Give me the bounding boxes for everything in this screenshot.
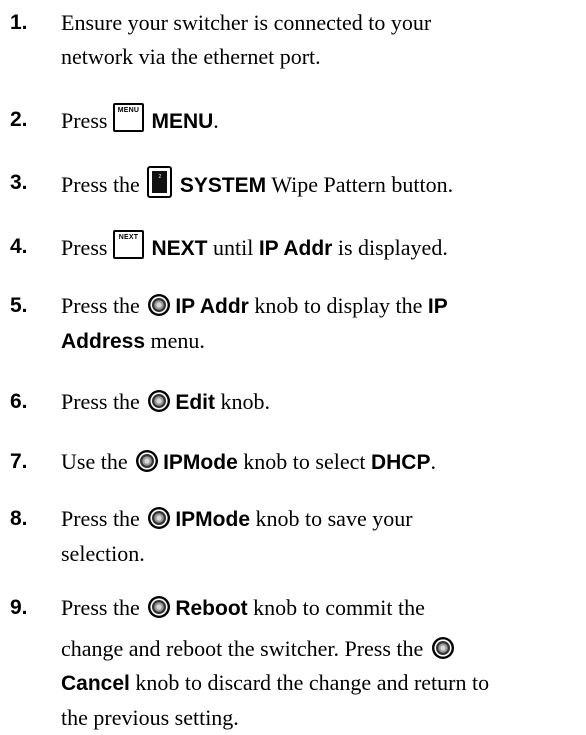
menu-name: Address [61, 330, 146, 353]
knob-icon [135, 449, 159, 473]
step-text: Ensure your switcher is connected to you… [61, 6, 576, 74]
step-number: 3. [10, 171, 28, 194]
step-mid: knob to commit the [247, 595, 425, 620]
knob-name: IPMode [175, 508, 250, 531]
step-mid: knob to save your [250, 506, 413, 531]
step-line: network via the ethernet port. [61, 44, 321, 69]
knob-icon [147, 506, 171, 530]
step-tail: . [430, 449, 436, 474]
key-name: MENU [151, 110, 214, 133]
step-number: 5. [10, 294, 28, 317]
knob-icon [147, 595, 171, 619]
step-mid: knob to display the [248, 293, 428, 318]
step-mid: until [207, 235, 259, 260]
menu-item-name: IP Addr [258, 237, 333, 260]
step-text: Press the IP Addr knob to display the IP… [61, 289, 576, 359]
step-line: change and reboot the switcher. Press th… [61, 632, 576, 666]
step-verb: Press the [61, 293, 140, 318]
step-verb: Press the [61, 595, 140, 620]
knob-icon [147, 293, 171, 317]
step-line: the previous setting. [61, 705, 239, 730]
button-name: SYSTEM [179, 174, 267, 197]
step-text: Press the Edit knob. [61, 385, 576, 420]
step-tail: Wipe Pattern button. [266, 172, 454, 197]
step-text: Press the IPMode knob to save your selec… [61, 502, 576, 571]
key-label: MENU [117, 107, 140, 114]
knob-name: Reboot [175, 597, 248, 620]
wipe-pattern-button-icon: 2 [147, 166, 173, 198]
step-line: selection. [61, 541, 145, 566]
step-line: Cancel knob to discard the change and re… [61, 666, 576, 701]
step-number: 8. [10, 507, 28, 530]
knob-icon [147, 389, 171, 413]
button-number: 2 [158, 174, 162, 180]
step-line-text: knob to discard the change and return to [129, 670, 490, 695]
step-number: 4. [10, 235, 28, 258]
step-verb: Press the [61, 172, 140, 197]
knob-name: Cancel [61, 672, 130, 695]
next-key-icon: NEXT [112, 230, 144, 259]
step-number: 6. [10, 390, 28, 413]
instruction-document: 1. Ensure your switcher is connected to … [0, 0, 586, 734]
key-label: NEXT [118, 234, 139, 241]
step-mid: knob to select [237, 449, 371, 474]
step-verb: Press the [61, 506, 140, 531]
step-tail: knob. [215, 389, 271, 414]
step-text: Press the 2 SYSTEM Wipe Pattern button. [61, 166, 576, 203]
step-line: Ensure your switcher is connected to you… [61, 10, 432, 35]
knob-icon [431, 636, 455, 660]
step-verb: Press [61, 235, 108, 260]
step-tail: . [213, 108, 219, 133]
knob-name: IPMode [163, 451, 238, 474]
step-number: 1. [10, 11, 28, 34]
knob-name: Edit [175, 391, 215, 414]
step-line: Address menu. [61, 324, 576, 359]
step-text: Press MENU MENU. [61, 103, 576, 139]
step-tail: is displayed. [332, 235, 448, 260]
step-number: 9. [10, 596, 28, 619]
step-tail: menu. [145, 328, 205, 353]
step-number: 7. [10, 450, 28, 473]
mode-name: DHCP [370, 451, 431, 474]
step-verb: Use the [61, 449, 128, 474]
step-number: 2. [10, 108, 28, 131]
menu-key-icon: MENU [112, 103, 144, 132]
step-line-text: change and reboot the switcher. Press th… [61, 636, 424, 661]
knob-name: IP Addr [175, 295, 249, 318]
step-verb: Press [61, 108, 108, 133]
step-verb: Press the [61, 389, 140, 414]
step-text: Use the IPMode knob to select DHCP. [61, 445, 576, 480]
step-text: Press NEXT NEXT until IP Addr is display… [61, 230, 576, 266]
menu-name: IP [427, 295, 448, 318]
key-name: NEXT [151, 237, 208, 260]
step-text: Press the Reboot knob to commit the chan… [61, 591, 576, 735]
